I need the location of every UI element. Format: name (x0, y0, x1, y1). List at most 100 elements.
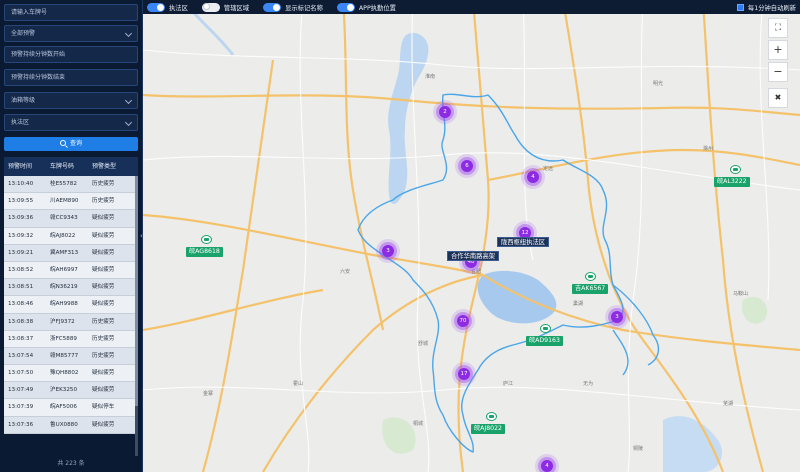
alarm-cluster[interactable]: 70 (457, 315, 469, 327)
toggle-switch[interactable] (201, 2, 220, 12)
vehicle-icon[interactable] (486, 412, 497, 421)
alarm-type-select[interactable]: 全部预警 (4, 25, 138, 42)
plate-input[interactable]: 请输入车牌号 (4, 4, 138, 21)
duration-min-input[interactable]: 预警持续分钟数开始 (4, 46, 138, 63)
vehicle-icon[interactable] (201, 235, 212, 244)
map-canvas[interactable]: 淮南 六安 合肥 巢湖 滁州 马鞍山 芜湖 铜陵 桐城 舒城 定远 明光 金寨 … (143, 0, 800, 472)
table-cell: 豫QH8802 (50, 370, 79, 377)
table-cell: 川AEM890 (50, 198, 79, 205)
table-cell: 疑似疲劳 (92, 232, 115, 239)
map-controls: ⛶ + − ✖ (768, 18, 788, 110)
table-cell: 历史疲劳 (92, 318, 115, 325)
alarm-table: 预警时间 车牌号码 预警类型 13:10:40 桂E55782 历史疲劳 13:09:… (4, 157, 138, 434)
map-base-layer (143, 0, 800, 472)
table-cell: 历史疲劳 (92, 181, 115, 187)
place-label: 庐江 (503, 381, 514, 387)
column-header[interactable]: 车牌号码 (46, 157, 88, 176)
zone-label[interactable]: 合作华南路高架 (447, 251, 500, 261)
vehicle-icon[interactable] (585, 272, 596, 281)
zone-select[interactable]: 执法区 (4, 114, 138, 131)
toggle-label: 显示标记名称 (285, 4, 323, 12)
duration-max-input[interactable]: 预警持续分钟数结束 (4, 69, 138, 86)
alarm-cluster[interactable]: 4 (541, 460, 553, 472)
checkbox-icon[interactable] (736, 3, 744, 11)
table-row[interactable]: 13:07:36 鲁UX0880 疑似疲劳 (4, 416, 138, 434)
toggle-app-duty[interactable]: APP执勤位置 (336, 2, 396, 12)
alarm-cluster[interactable]: 3 (382, 245, 394, 257)
table-row[interactable]: 13:07:50 豫QH8802 疑似疲劳 (4, 365, 138, 383)
table-row[interactable]: 13:08:38 沪FJ9372 历史疲劳 (4, 313, 138, 331)
table-cell: 13:08:51 (8, 284, 34, 291)
place-label: 舒城 (418, 341, 429, 347)
table-body: 13:10:40 桂E55782 历史疲劳 13:09:55 川AEM890 历史疲劳 13… (4, 176, 138, 434)
zone-label[interactable]: 陇西枢纽执法区 (497, 237, 550, 247)
table-cell: 冀AMF313 (50, 249, 79, 256)
table-row[interactable]: 13:07:49 沪EK3250 疑似疲劳 (4, 382, 138, 400)
fullscreen-icon[interactable]: ⛶ (768, 18, 788, 38)
place-label: 明光 (653, 81, 664, 87)
vehicle-label[interactable]: 吉AK6567 (572, 284, 609, 294)
table-cell: 沪EK3250 (50, 387, 78, 394)
place-label: 金寨 (203, 391, 214, 397)
place-label: 六安 (340, 269, 351, 275)
table-cell: 皖AF5006 (50, 404, 77, 411)
table-row[interactable]: 13:09:36 赣CC9343 疑似疲劳 (4, 210, 138, 228)
table-cell: 13:09:21 (8, 249, 34, 256)
alarm-cluster[interactable]: 3 (611, 311, 623, 323)
sidebar: 请输入车牌号 全部预警 预警持续分钟数开始 预警持续分钟数结束 油箱等级 执法区… (0, 0, 143, 472)
table-row[interactable]: 13:07:54 赣M85777 历史疲劳 (4, 347, 138, 366)
level-select[interactable]: 油箱等级 (4, 92, 138, 109)
table-cell: 13:07:36 (8, 421, 34, 428)
table-cell: 皖N36219 (50, 284, 78, 291)
zoom-in-button[interactable]: + (768, 40, 788, 60)
column-header[interactable]: 预警时间 (4, 157, 46, 176)
table-cell: 疑似疲劳 (92, 301, 115, 308)
auto-refresh-checkbox[interactable]: 每1分钟自动刷新 (736, 0, 796, 14)
table-cell: 疑似疲劳 (92, 266, 115, 273)
table-row[interactable]: 13:09:55 川AEM890 历史疲劳 (4, 193, 138, 211)
table-row[interactable]: 13:08:52 皖AH6997 疑似疲劳 (4, 261, 138, 280)
alarm-cluster[interactable]: 4 (527, 171, 539, 183)
vehicle-label[interactable]: 皖AD9163 (526, 336, 563, 346)
table-row[interactable]: 13:10:40 桂E55782 历史疲劳 (4, 176, 138, 194)
toggle-marker-names[interactable]: 显示标记名称 (263, 2, 323, 12)
table-cell: 历史疲劳 (92, 335, 115, 342)
query-button[interactable]: 查询 (4, 137, 138, 151)
column-header[interactable]: 预警类型 (88, 157, 138, 176)
tools-icon[interactable]: ✖ (768, 88, 788, 108)
table-cell: 浙FC5889 (50, 335, 77, 342)
vehicle-label[interactable]: 皖AG8618 (186, 247, 223, 257)
toggle-switch[interactable] (147, 2, 165, 12)
table-cell: 13:08:52 (8, 266, 34, 273)
table-cell: 13:07:50 (8, 370, 34, 377)
vehicle-icon[interactable] (730, 165, 741, 174)
zoom-out-button[interactable]: − (768, 62, 788, 82)
total-count: 共 223 条 (4, 458, 138, 472)
vehicle-icon[interactable] (540, 324, 551, 333)
table-cell: 疑似疲劳 (92, 215, 115, 222)
toggle-switch[interactable] (336, 2, 355, 12)
alarm-cluster[interactable]: 17 (458, 368, 470, 380)
vehicle-label[interactable]: 皖AL3222 (714, 177, 750, 187)
table-cell: 皖AJ8022 (50, 232, 76, 239)
toggle-enforcement-zone[interactable]: 执法区 (147, 2, 188, 12)
place-label: 定远 (543, 166, 554, 172)
alarm-cluster[interactable]: 6 (461, 160, 473, 172)
table-row[interactable]: 13:07:39 皖AF5006 疑似停车 (4, 399, 138, 417)
alarm-cluster[interactable]: 2 (439, 106, 451, 118)
table-row[interactable]: 13:08:37 浙FC5889 历史疲劳 (4, 330, 138, 348)
table-cell: 13:09:55 (8, 198, 34, 205)
table-cell: 疑似疲劳 (92, 284, 115, 291)
table-header: 预警时间 车牌号码 预警类型 (4, 157, 138, 176)
table-row[interactable]: 13:09:32 皖AJ8022 疑似疲劳 (4, 227, 138, 245)
vehicle-label[interactable]: 皖AJ8022 (471, 424, 505, 434)
table-row[interactable]: 13:08:46 皖AH9988 疑似疲劳 (4, 296, 138, 314)
table-row[interactable]: 13:08:51 皖N36219 疑似疲劳 (4, 279, 138, 297)
table-row[interactable]: 13:09:21 冀AMF313 疑似疲劳 (4, 244, 138, 262)
toggle-switch[interactable] (263, 2, 282, 12)
place-label: 无为 (583, 381, 594, 387)
scrollbar-thumb[interactable] (135, 176, 138, 406)
table-cell: 历史疲劳 (92, 352, 115, 359)
sidebar-collapse-icon[interactable]: ‹ (140, 229, 145, 243)
toggle-jurisdiction[interactable]: 管辖区域 (201, 2, 249, 12)
